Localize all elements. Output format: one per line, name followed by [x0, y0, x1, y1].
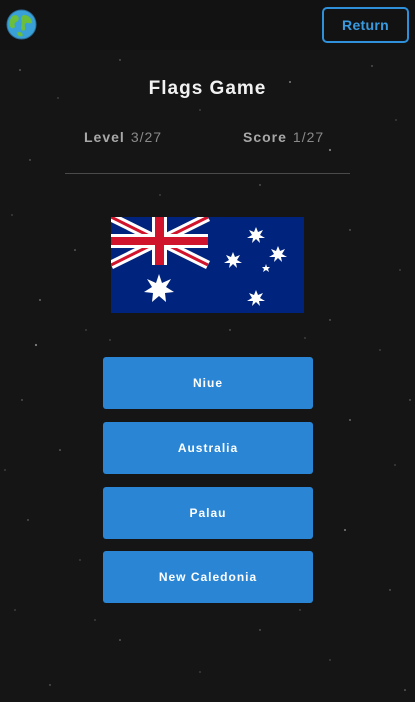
page-title: Flags Game — [148, 78, 267, 99]
return-button[interactable]: Return — [322, 7, 409, 43]
divider — [65, 173, 350, 174]
score-value: 1/27 — [292, 129, 325, 145]
globe-icon[interactable] — [6, 9, 37, 40]
score-indicator: Score 1/27 — [243, 129, 324, 145]
answer-button-australia[interactable]: Australia — [103, 422, 313, 474]
answer-button-niue[interactable]: Niue — [103, 357, 313, 409]
level-label: Level — [84, 129, 125, 145]
answer-button-new-caledonia[interactable]: New Caledonia — [103, 551, 313, 603]
answer-button-palau[interactable]: Palau — [103, 487, 313, 539]
score-label: Score — [243, 129, 287, 145]
australia-flag-image — [111, 217, 304, 313]
top-navigation-bar: Return — [0, 0, 415, 50]
level-indicator: Level 3/27 — [84, 129, 162, 145]
level-value: 3/27 — [130, 129, 163, 145]
